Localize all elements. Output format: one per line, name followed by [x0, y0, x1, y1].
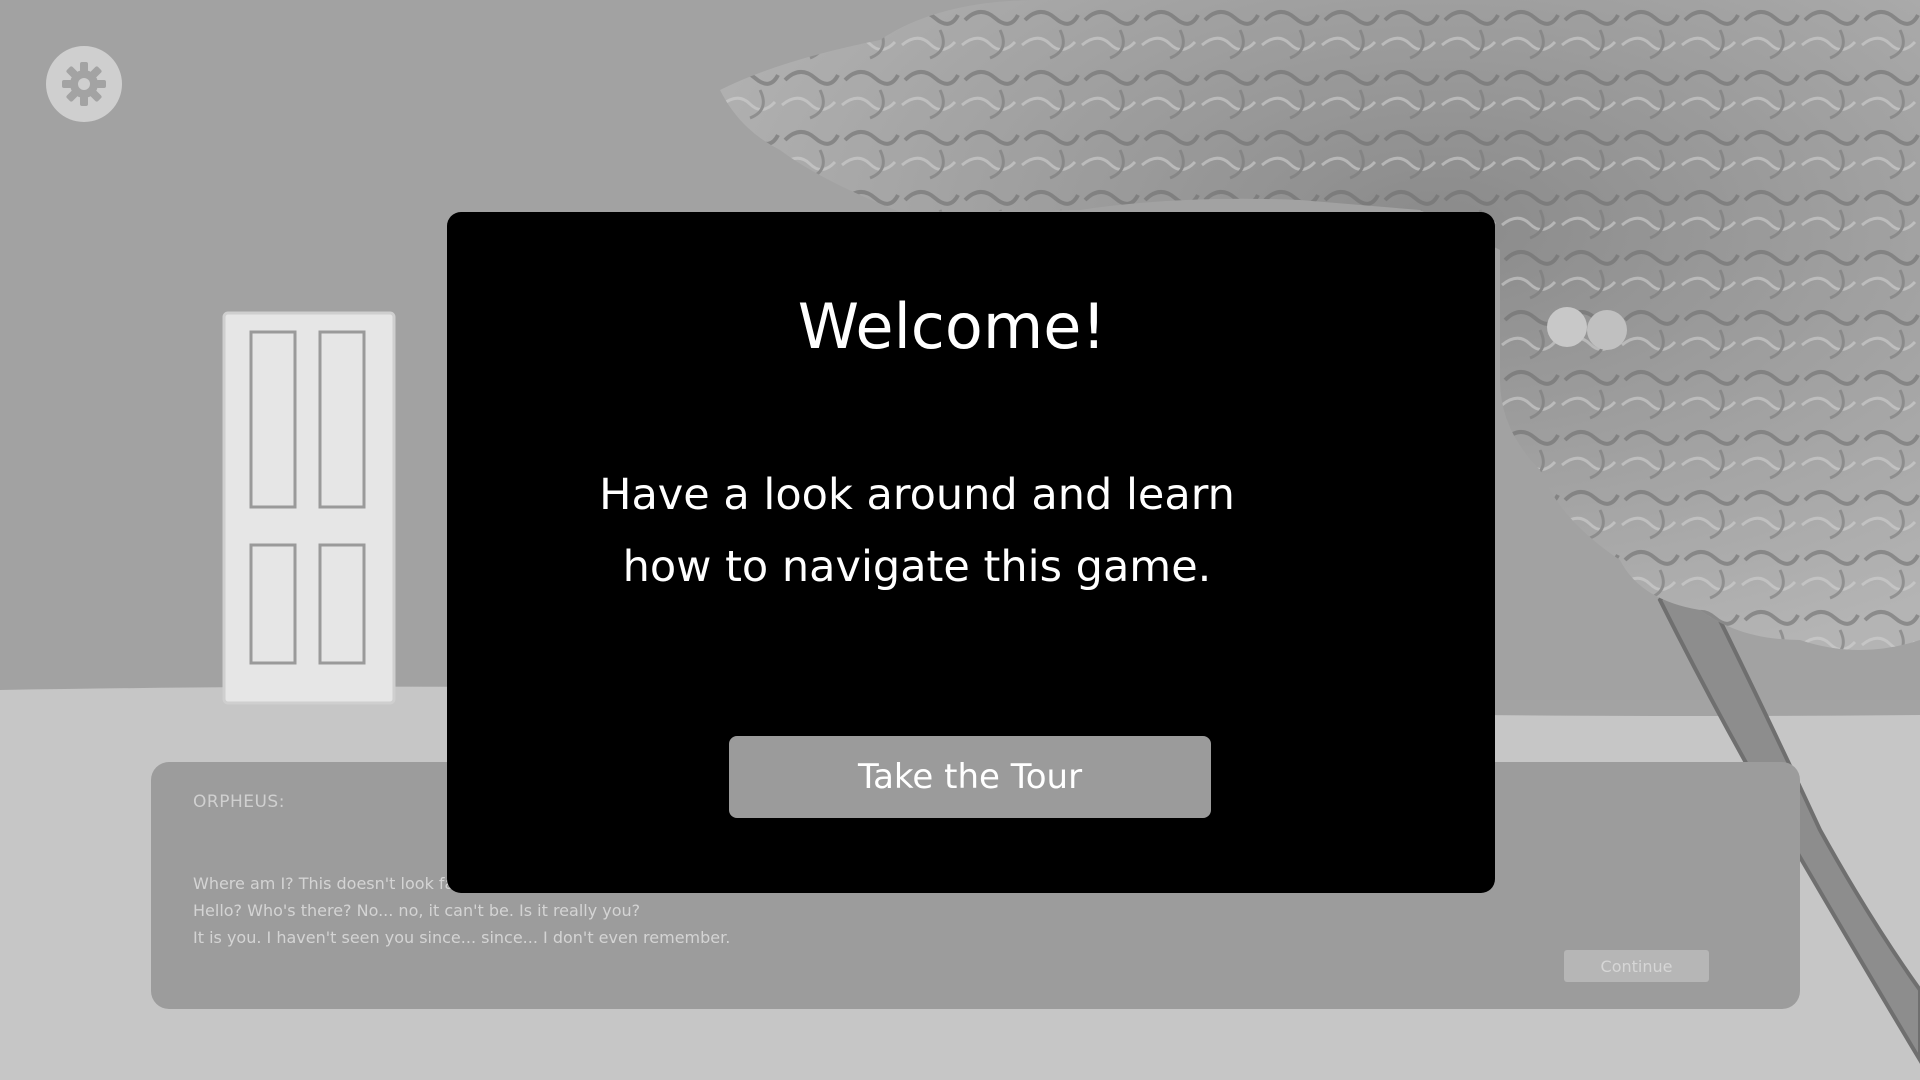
door — [222, 311, 396, 705]
welcome-modal: Welcome! Have a look around and learn ho… — [447, 212, 1495, 893]
tree-fruit — [1547, 307, 1587, 347]
modal-message: Have a look around and learn how to navi… — [599, 470, 1235, 592]
take-the-tour-button[interactable]: Take the Tour — [729, 736, 1211, 818]
tree-fruit — [1587, 310, 1627, 350]
modal-title: Welcome! — [797, 290, 1107, 363]
dialogue-line: Hello? Who's there? No... no, it can't b… — [193, 901, 641, 920]
continue-button[interactable]: Continue — [1564, 950, 1709, 982]
dialogue-line: It is you. I haven't seen you since... s… — [193, 928, 731, 947]
game-screen: ORPHEUS: Where am I? This doesn't look f… — [0, 0, 1920, 1080]
dialogue-speaker: ORPHEUS: — [193, 792, 285, 812]
gear-icon — [62, 62, 106, 106]
settings-button[interactable] — [46, 46, 122, 122]
